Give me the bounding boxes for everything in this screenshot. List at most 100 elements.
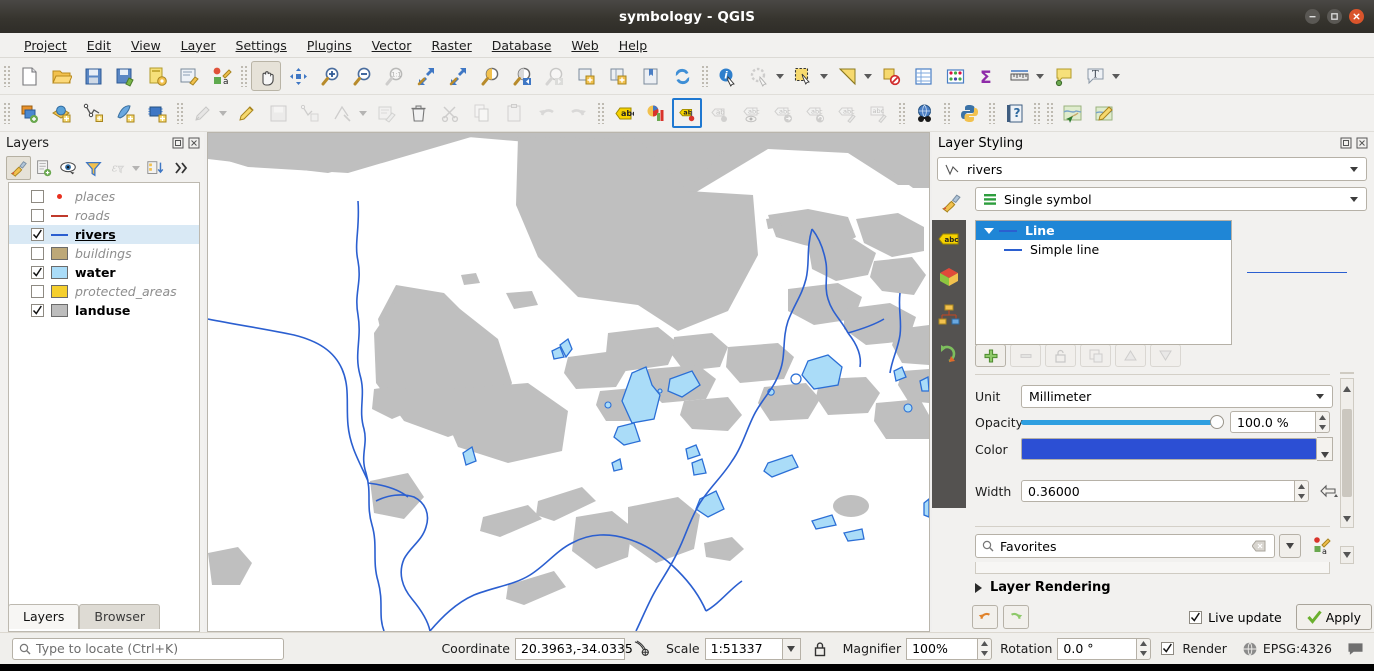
toolbar-grip[interactable] xyxy=(1033,102,1040,124)
zoom-in-icon[interactable] xyxy=(315,61,345,91)
symbol-tree-row-simple-line[interactable]: Simple line xyxy=(976,240,1231,259)
toolbar-grip[interactable] xyxy=(176,102,183,124)
magnifier-stepper[interactable] xyxy=(978,638,992,660)
menu-vector[interactable]: Vector xyxy=(362,35,422,56)
measure-line-icon[interactable] xyxy=(1004,61,1034,91)
close-button[interactable] xyxy=(1349,9,1364,24)
style-search-dropdown-button[interactable] xyxy=(1279,534,1301,558)
chevron-down-icon[interactable] xyxy=(359,111,367,116)
layer-visibility-checkbox[interactable] xyxy=(31,266,44,279)
layer-row-rivers[interactable]: rivers xyxy=(9,225,199,244)
locator-input[interactable]: Type to locate (Ctrl+K) xyxy=(12,638,284,660)
labels-tab[interactable]: abc xyxy=(936,226,962,252)
toggle-editing-icon[interactable] xyxy=(187,98,217,128)
zoom-selection-icon[interactable] xyxy=(443,61,473,91)
add-feature-icon[interactable] xyxy=(295,98,325,128)
diagram-layer-icon[interactable] xyxy=(640,98,670,128)
layer-visibility-checkbox[interactable] xyxy=(31,285,44,298)
add-postgis-layer-icon[interactable] xyxy=(142,98,172,128)
close-panel-button[interactable] xyxy=(1355,137,1368,150)
duplicate-layer-button[interactable] xyxy=(1080,344,1111,367)
select-features-icon[interactable] xyxy=(788,61,818,91)
expand-collapse-all-button[interactable] xyxy=(143,156,168,180)
save-layer-edits-icon[interactable] xyxy=(263,98,293,128)
qgis2web-icon[interactable] xyxy=(1089,98,1119,128)
help-icon[interactable]: ? xyxy=(999,98,1029,128)
undo-button[interactable] xyxy=(972,605,998,629)
statistical-summary-icon[interactable]: Σ xyxy=(972,61,1002,91)
menu-plugins[interactable]: Plugins xyxy=(297,35,362,56)
add-delimited-text-layer-icon[interactable] xyxy=(78,98,108,128)
layer-visibility-checkbox[interactable] xyxy=(31,228,44,241)
chevron-down-icon[interactable] xyxy=(132,166,140,171)
add-group-button[interactable] xyxy=(31,156,56,180)
chevron-down-icon[interactable] xyxy=(1036,74,1044,79)
toolbar-grip[interactable] xyxy=(1046,102,1053,124)
chevron-down-icon[interactable] xyxy=(1350,167,1358,172)
pan-map-icon[interactable] xyxy=(251,61,281,91)
opacity-slider-handle[interactable] xyxy=(1210,415,1224,429)
redo-icon[interactable] xyxy=(563,98,593,128)
change-label-properties-icon[interactable]: abc xyxy=(864,98,894,128)
width-stepper[interactable] xyxy=(1295,480,1309,502)
rotation-field[interactable]: 0.0 ° xyxy=(1057,638,1137,660)
unit-combo[interactable]: Millimeter xyxy=(1021,385,1333,408)
open-attribute-table-icon[interactable] xyxy=(908,61,938,91)
live-update-checkbox-group[interactable]: Live update xyxy=(1189,610,1282,625)
delete-selected-icon[interactable] xyxy=(403,98,433,128)
menu-raster[interactable]: Raster xyxy=(421,35,481,56)
refresh-icon[interactable] xyxy=(667,61,697,91)
toolbar-grip[interactable] xyxy=(701,65,708,87)
open-project-icon[interactable] xyxy=(46,61,76,91)
zoom-next-icon[interactable] xyxy=(539,61,569,91)
manage-map-themes-button[interactable] xyxy=(56,156,81,180)
field-calculator-icon[interactable] xyxy=(940,61,970,91)
menu-project[interactable]: Project xyxy=(14,35,77,56)
chevron-down-icon[interactable] xyxy=(820,74,828,79)
float-panel-button[interactable] xyxy=(171,137,184,150)
cube-3d-icon[interactable] xyxy=(936,264,962,290)
chevron-down-icon[interactable] xyxy=(219,111,227,116)
layer-row-landuse[interactable]: landuse xyxy=(9,301,199,320)
lock-scale-icon[interactable] xyxy=(813,641,827,657)
pan-to-selection-icon[interactable] xyxy=(283,61,313,91)
layer-row-buildings[interactable]: buildings xyxy=(9,244,199,263)
opacity-slider[interactable] xyxy=(1021,411,1219,433)
map-tip-icon[interactable] xyxy=(1048,61,1078,91)
opacity-value-field[interactable]: 100.0 % xyxy=(1230,411,1316,433)
chevron-down-icon[interactable] xyxy=(864,74,872,79)
toolbar-grip[interactable] xyxy=(597,102,604,124)
save-project-as-icon[interactable] xyxy=(110,61,140,91)
add-vector-layer-icon[interactable] xyxy=(14,98,44,128)
scale-dropdown-button[interactable] xyxy=(783,638,801,660)
toolbar-grip[interactable] xyxy=(988,102,995,124)
move-up-button[interactable] xyxy=(1115,344,1146,367)
layer-row-water[interactable]: water xyxy=(9,263,199,282)
data-defined-override-button[interactable] xyxy=(1319,482,1339,500)
run-feature-action-icon[interactable] xyxy=(744,61,774,91)
chevron-right-icon[interactable] xyxy=(975,583,982,593)
map-bookmark-icon[interactable] xyxy=(635,61,665,91)
menu-help[interactable]: Help xyxy=(609,35,658,56)
paste-features-icon[interactable] xyxy=(499,98,529,128)
menu-settings[interactable]: Settings xyxy=(226,35,297,56)
current-edits-icon[interactable] xyxy=(231,98,261,128)
undo-icon[interactable] xyxy=(531,98,561,128)
layer-row-protected-areas[interactable]: protected_areas xyxy=(9,282,199,301)
show-hide-labels-icon[interactable]: ab xyxy=(704,98,734,128)
toolbar-grip[interactable] xyxy=(898,102,905,124)
rotation-stepper[interactable] xyxy=(1137,638,1151,660)
menu-web[interactable]: Web xyxy=(561,35,608,56)
globe-icon[interactable] xyxy=(1242,641,1258,657)
toolbar-grip[interactable] xyxy=(240,65,247,87)
text-annotation-icon[interactable]: T xyxy=(1080,61,1110,91)
layer-row-roads[interactable]: roads xyxy=(9,206,199,225)
python-console-icon[interactable] xyxy=(954,98,984,128)
chevron-down-icon[interactable] xyxy=(1350,197,1358,202)
move-label-icon[interactable]: abc xyxy=(768,98,798,128)
clear-search-button[interactable] xyxy=(1252,540,1266,552)
panel-scroll-down-button[interactable] xyxy=(1340,546,1354,564)
crs-label[interactable]: EPSG:4326 xyxy=(1263,641,1332,656)
layer-visibility-checkbox[interactable] xyxy=(31,190,44,203)
magnifier-field[interactable]: 100% xyxy=(906,638,978,660)
